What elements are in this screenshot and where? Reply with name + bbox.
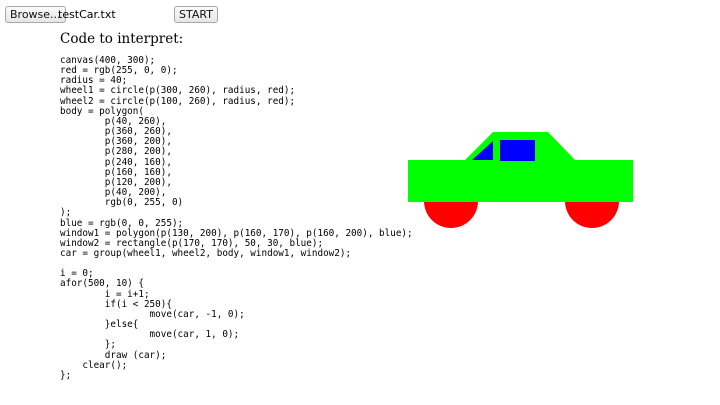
code-heading: Code to interpret: [60, 31, 184, 47]
start-button[interactable]: START [174, 6, 218, 23]
car-drawing-canvas [408, 132, 633, 228]
code-listing: canvas(400, 300); red = rgb(255, 0, 0); … [60, 55, 413, 381]
browse-button[interactable]: Browse... [5, 6, 66, 23]
selected-file-name: testCar.txt [58, 8, 116, 21]
front-window [500, 140, 535, 161]
